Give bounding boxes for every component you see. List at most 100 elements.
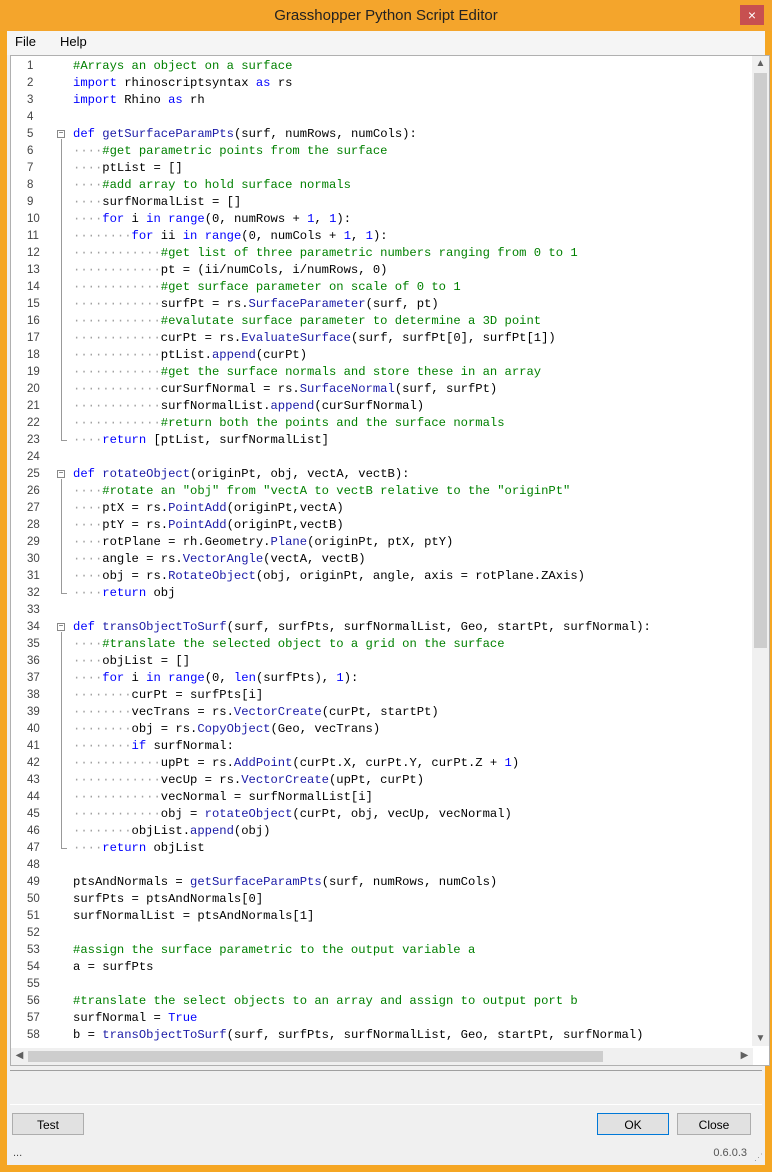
close-button[interactable]: Close [677, 1113, 751, 1135]
code-line[interactable]: 22 ············#return both the points an… [11, 415, 749, 432]
code-line[interactable]: 27 ····ptX = rs.PointAdd(originPt,vectA) [11, 500, 749, 517]
code-line[interactable]: 4 [11, 109, 749, 126]
code-line[interactable]: 40 ········obj = rs.CopyObject(Geo, vecTr… [11, 721, 749, 738]
code-line[interactable]: 58 b = transObjectToSurf(surf, surfPts, s… [11, 1027, 749, 1044]
code-line[interactable]: 57 surfNormal = True [11, 1010, 749, 1027]
code-line[interactable]: 8 ····#add array to hold surface normals [11, 177, 749, 194]
code-line[interactable]: 56 #translate the select objects to an ar… [11, 993, 749, 1010]
code-line[interactable]: 3 import Rhino as rh [11, 92, 749, 109]
code-line[interactable]: 55 [11, 976, 749, 993]
code-line[interactable]: 1 #Arrays an object on a surface [11, 58, 749, 75]
code-line[interactable]: 23 ····return [ptList, surfNormalList] [11, 432, 749, 449]
code-line[interactable]: 24 [11, 449, 749, 466]
line-number: 11 [27, 230, 39, 242]
fold-toggle-icon[interactable]: − [57, 623, 65, 631]
code-line[interactable]: 34 − def transObjectToSurf(surf, surfPts, … [11, 619, 749, 636]
code-token: import [73, 76, 117, 90]
code-line[interactable]: 53 #assign the surface parametric to the … [11, 942, 749, 959]
line-number: 38 [27, 689, 40, 701]
code-line[interactable]: 52 [11, 925, 749, 942]
ok-button[interactable]: OK [597, 1113, 669, 1135]
code-line[interactable]: 51 surfNormalList = ptsAndNormals[1] [11, 908, 749, 925]
code-line[interactable]: 11 ········for ii in range(0, numCols + 1… [11, 228, 749, 245]
code-line[interactable]: 42 ············upPt = rs.AddPoint(curPt.X… [11, 755, 749, 772]
code-editor[interactable]: 1 #Arrays an object on a surface 2 import r… [10, 55, 770, 1066]
fold-toggle-icon[interactable]: − [57, 130, 65, 138]
vertical-scroll-thumb[interactable] [754, 73, 767, 648]
code-line[interactable]: 21 ············surfNormalList.append(curS… [11, 398, 749, 415]
code-text: import rhinoscriptsyntax as rs [73, 75, 292, 92]
code-text: ····surfNormalList = [] [73, 194, 241, 211]
line-number: 12 [27, 247, 40, 259]
menu-help[interactable]: Help [60, 34, 87, 49]
code-line[interactable]: 32 ····return obj [11, 585, 749, 602]
code-line[interactable]: 5 − def getSurfaceParamPts(surf, numRows, … [11, 126, 749, 143]
code-line[interactable]: 16 ············#evalutate surface paramet… [11, 313, 749, 330]
code-token: (0, numRows + [204, 212, 308, 226]
code-token: surfNormalList. [160, 399, 271, 413]
scroll-right-icon[interactable]: ▶ [736, 1050, 753, 1061]
code-line[interactable]: 43 ············vecUp = rs.VectorCreate(up… [11, 772, 749, 789]
line-number: 34 [27, 621, 40, 633]
code-line[interactable]: 41 ········if surfNormal: [11, 738, 749, 755]
code-line[interactable]: 44 ············vecNormal = surfNormalList… [11, 789, 749, 806]
code-line[interactable]: 33 [11, 602, 749, 619]
code-line[interactable]: 9 ····surfNormalList = [] [11, 194, 749, 211]
code-line[interactable]: 31 ····obj = rs.RotateObject(obj, originP… [11, 568, 749, 585]
code-line[interactable]: 18 ············ptList.append(curPt) [11, 347, 749, 364]
code-line[interactable]: 19 ············#get the surface normals a… [11, 364, 749, 381]
code-line[interactable]: 30 ····angle = rs.VectorAngle(vectA, vect… [11, 551, 749, 568]
code-line[interactable]: 17 ············curPt = rs.EvaluateSurface… [11, 330, 749, 347]
code-line[interactable]: 15 ············surfPt = rs.SurfaceParamet… [11, 296, 749, 313]
code-line[interactable]: 2 import rhinoscriptsyntax as rs [11, 75, 749, 92]
code-token: as [255, 76, 271, 90]
code-line[interactable]: 26 ····#rotate an "obj" from "vectA to ve… [11, 483, 749, 500]
fold-toggle-icon[interactable]: − [57, 470, 65, 478]
code-line[interactable]: 14 ············#get surface parameter on … [11, 279, 749, 296]
code-line[interactable]: 37 ····for i in range(0, len(surfPts), 1)… [11, 670, 749, 687]
code-token: (0, numCols + [241, 229, 344, 243]
code-line[interactable]: 35 ····#translate the selected object to … [11, 636, 749, 653]
code-line[interactable]: 12 ············#get list of three paramet… [11, 245, 749, 262]
code-line[interactable]: 39 ········vecTrans = rs.VectorCreate(cur… [11, 704, 749, 721]
test-button[interactable]: Test [12, 1113, 84, 1135]
vertical-scrollbar[interactable]: ▲ ▼ [752, 56, 769, 1046]
menu-file[interactable]: File [15, 34, 36, 49]
code-line[interactable]: 49 ptsAndNormals = getSurfaceParamPts(sur… [11, 874, 749, 891]
horizontal-scrollbar[interactable]: ◀ ▶ [11, 1048, 753, 1065]
code-line[interactable]: 46 ········objList.append(obj) [11, 823, 749, 840]
code-token: rh [182, 93, 205, 107]
code-token: #get list of three parametric numbers ra… [160, 246, 578, 260]
code-token: surfNormalList = ptsAndNormals[1] [73, 909, 315, 923]
code-line[interactable]: 36 ····objList = [] [11, 653, 749, 670]
code-line[interactable]: 45 ············obj = rotateObject(curPt, … [11, 806, 749, 823]
scroll-down-icon[interactable]: ▼ [752, 1033, 769, 1044]
indent-guide: ···· [73, 671, 103, 685]
resize-grip-icon[interactable]: ⋰ [754, 1152, 763, 1163]
code-token: (upPt, curPt) [328, 773, 425, 787]
code-line[interactable]: 38 ········curPt = surfPts[i] [11, 687, 749, 704]
code-line[interactable]: 10 ····for i in range(0, numRows + 1, 1): [11, 211, 749, 228]
code-line[interactable]: 25 − def rotateObject(originPt, obj, vectA… [11, 466, 749, 483]
code-line[interactable]: 13 ············pt = (ii/numCols, i/numRow… [11, 262, 749, 279]
code-token: def [73, 127, 95, 141]
code-line[interactable]: 7 ····ptList = [] [11, 160, 749, 177]
scroll-up-icon[interactable]: ▲ [752, 58, 769, 69]
code-line[interactable]: 29 ····rotPlane = rh.Geometry.Plane(origi… [11, 534, 749, 551]
code-line[interactable]: 48 [11, 857, 749, 874]
code-line[interactable]: 6 ····#get parametric points from the sur… [11, 143, 749, 160]
code-line[interactable]: 28 ····ptY = rs.PointAdd(originPt,vectB) [11, 517, 749, 534]
line-number: 31 [27, 570, 40, 582]
code-area[interactable]: 1 #Arrays an object on a surface 2 import r… [11, 56, 749, 1046]
code-token: transObjectToSurf [102, 620, 227, 634]
scroll-left-icon[interactable]: ◀ [11, 1050, 28, 1061]
horizontal-scroll-thumb[interactable] [28, 1051, 603, 1062]
code-line[interactable]: 50 surfPts = ptsAndNormals[0] [11, 891, 749, 908]
code-token: import [73, 93, 117, 107]
title-bar[interactable]: Grasshopper Python Script Editor × [0, 0, 772, 31]
code-line[interactable]: 20 ············curSurfNormal = rs.Surface… [11, 381, 749, 398]
line-number: 50 [27, 893, 40, 905]
code-line[interactable]: 54 a = surfPts [11, 959, 749, 976]
window-close-button[interactable]: × [740, 5, 764, 25]
code-line[interactable]: 47 ····return objList [11, 840, 749, 857]
